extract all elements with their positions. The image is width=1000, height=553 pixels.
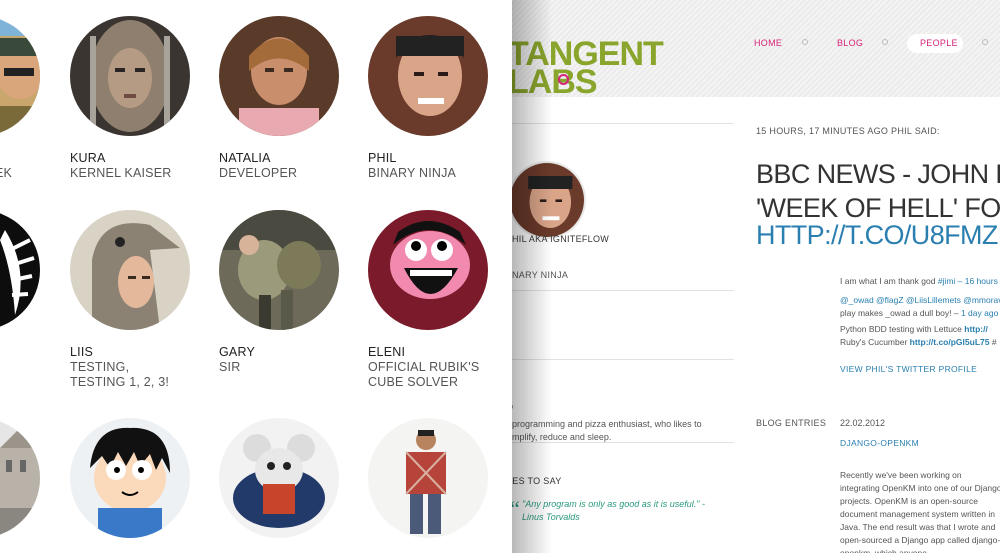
quote-icon: “ (512, 496, 520, 522)
logo-ring-icon (558, 74, 569, 85)
nav-people[interactable]: PEOPLE (920, 38, 958, 48)
hashtag-link[interactable]: #jimi (938, 276, 955, 286)
quote-heading: KES TO SAY (512, 476, 562, 486)
profile-name: HIL AKA IGNITEFLOW (512, 234, 610, 244)
person-name: KURA (70, 151, 106, 165)
person-role: TESTING, TESTING 1, 2, 3! (70, 360, 170, 389)
divider (512, 442, 734, 443)
profile-bio: programming and pizza enthusiast, who li… (512, 419, 702, 442)
crowd-photo-avatar[interactable] (219, 210, 339, 330)
divider (512, 359, 734, 360)
divider (512, 290, 734, 291)
blog-title-link[interactable]: DJANGO-OPENKM (840, 438, 919, 448)
blog-date: 22.02.2012 (840, 418, 886, 428)
standing-man-avatar[interactable] (368, 418, 488, 538)
tweet-time[interactable]: 1 day ago (961, 308, 998, 318)
blog-entries-label: BLOG ENTRIES (756, 418, 827, 428)
tweet-item: Python BDD testing with Lettuce http:// … (840, 323, 1000, 349)
person-role: BINARY NINJA (368, 166, 457, 180)
profile-main: 15 HOURS, 17 MINUTES AGO PHIL SAID: BBC … (756, 97, 1000, 553)
woman-photo-avatar[interactable] (219, 16, 339, 136)
site-header: TANGENT LABS HOME BLOG PEOPLE (512, 0, 1000, 99)
person-name: PHIL (368, 151, 397, 165)
profile-role: NARY NINJA (512, 270, 569, 280)
nav-separator-icon (802, 39, 808, 45)
tweet-text: Ruby's Cucumber (840, 337, 910, 347)
person-name: NATALIA (219, 151, 271, 165)
nav-separator-icon (882, 39, 888, 45)
tweet-time[interactable]: – 16 hours (955, 276, 998, 286)
tweet-text: Python BDD testing with Lettuce (840, 324, 965, 334)
tweet-link[interactable]: http:// (964, 324, 988, 334)
tweet-item: I am what I am thank god #jimi – 16 hour… (840, 275, 1000, 288)
person-role: KERNEL KAISER (70, 166, 172, 180)
favorite-quote: "Any program is only as good as it is us… (522, 499, 705, 522)
view-twitter-profile-link[interactable]: VIEW PHIL'S TWITTER PROFILE (840, 364, 977, 374)
fern-logo-avatar[interactable] (0, 210, 40, 330)
profile-sidebar: HIL AKA IGNITEFLOW NARY NINJA O programm… (512, 97, 734, 553)
phil-avatar (512, 161, 586, 239)
man-photo-avatar[interactable] (368, 16, 488, 136)
person-name: GARY (219, 345, 255, 359)
nav-separator-icon (982, 39, 988, 45)
person-role: DEVELOPER (219, 166, 298, 180)
tweet-meta: 15 HOURS, 17 MINUTES AGO PHIL SAID: (756, 126, 940, 136)
mouse-cartoon-avatar[interactable] (219, 418, 339, 538)
nav-blog[interactable]: BLOG (837, 38, 863, 48)
featured-tweet: BBC NEWS - JOHN BISHOP 'WEEK OF HELL' FO… (756, 157, 1000, 225)
tweet-item: @_owad @flagZ @LiisLillemets @mmoravci p… (840, 294, 1000, 320)
main-nav: HOME BLOG PEOPLE (512, 34, 1000, 54)
south-park-avatar[interactable] (70, 418, 190, 538)
person-name: LIIS (70, 345, 94, 359)
divider (512, 123, 734, 124)
bird-hood-avatar[interactable] (70, 210, 190, 330)
building-photo-avatar[interactable] (0, 418, 40, 538)
profile-page: TANGENT LABS HOME BLOG PEOPLE HIL AKA IG… (512, 0, 1000, 553)
people-grid: EK KURA KERNEL KAISER NATALIA DEVELOPER … (0, 0, 512, 553)
bio-heading: O (512, 402, 513, 412)
cartoon-face-avatar[interactable] (368, 210, 488, 330)
tweet-text: I am what I am thank god (840, 276, 938, 286)
cyborg-woman-avatar[interactable] (70, 16, 190, 136)
blog-excerpt: Recently we've been working on integrati… (840, 470, 1000, 553)
person-hat-avatar[interactable] (0, 16, 40, 136)
nav-home[interactable]: HOME (754, 38, 782, 48)
tweet-text: play makes _owad a dull boy! – (840, 308, 961, 318)
tweet-link[interactable]: http://t.co/pGl5uL75 (910, 337, 990, 347)
featured-tweet-link[interactable]: HTTP://T.CO/U8FMZKRB (756, 220, 1000, 251)
featured-tweet-line-1: BBC NEWS - JOHN BISHOP (756, 159, 1000, 189)
tweet-tail: # (989, 337, 997, 347)
person-name: ELENI (368, 345, 406, 359)
person-role: OFFICIAL RUBIK'S CUBE SOLVER (368, 360, 480, 389)
person-role: SIR (219, 360, 241, 374)
tweet-mentions[interactable]: @_owad @flagZ @LiisLillemets @mmoravci (840, 294, 1000, 307)
